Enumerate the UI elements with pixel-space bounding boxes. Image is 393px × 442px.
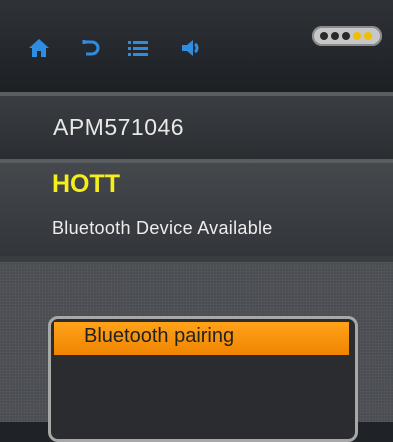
pager-dot: [331, 32, 339, 40]
pager-dot: [342, 32, 350, 40]
pager-dot-active: [364, 32, 372, 40]
page-indicator: [312, 26, 382, 46]
top-toolbar: [0, 0, 393, 92]
back-icon[interactable]: [78, 36, 102, 60]
device-name: HOTT: [52, 170, 121, 198]
pager-dot-active: [353, 32, 361, 40]
device-id: APM571046: [53, 114, 185, 140]
speaker-icon[interactable]: [180, 36, 204, 60]
menu-item-label: Bluetooth pairing: [84, 325, 235, 347]
list-icon[interactable]: [126, 36, 150, 60]
device-status: Bluetooth Device Available: [52, 218, 273, 238]
pager-dot: [320, 32, 328, 40]
home-icon[interactable]: [27, 36, 51, 60]
